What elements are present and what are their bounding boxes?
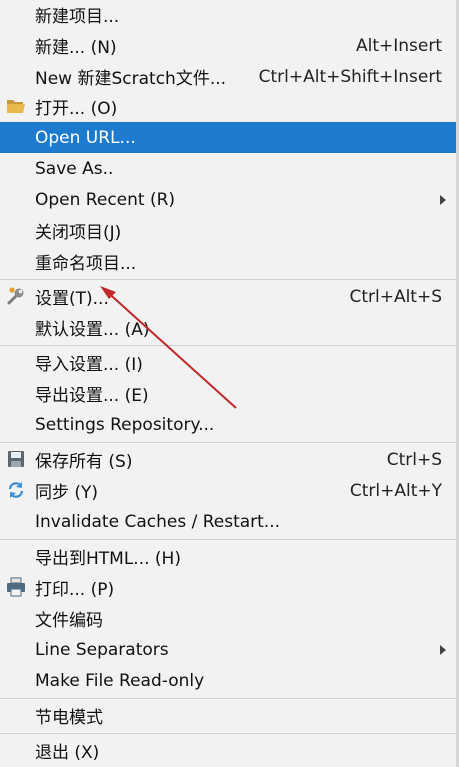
menu-item-save-as[interactable]: Save As..	[0, 153, 456, 184]
printer-icon	[7, 577, 25, 597]
folder-open-icon	[7, 100, 25, 113]
menu-item-label: Line Separators	[35, 639, 169, 660]
menu-item-shortcut: Ctrl+Alt+S	[349, 286, 442, 307]
menu-item-label: 导出到HTML... (H)	[35, 549, 181, 569]
menu-item-label: 导出设置... (E)	[35, 386, 149, 406]
menu-item-label: 重命名项目...	[35, 254, 137, 274]
submenu-arrow-icon	[440, 194, 446, 205]
menu-item-label: 节电模式	[35, 708, 103, 728]
menu-item-shortcut: Ctrl+Alt+Y	[349, 480, 442, 501]
menu-item-label: 导入设置... (I)	[35, 355, 143, 375]
menu-item-sync[interactable]: 同步 (Y) Ctrl+Alt+Y	[0, 475, 456, 506]
menu-item-line-separators[interactable]: Line Separators	[0, 634, 456, 665]
menu-item-exit[interactable]: 退出 (X)	[0, 735, 456, 766]
menu-item-save-all[interactable]: 保存所有 (S) Ctrl+S	[0, 444, 456, 475]
menu-item-label: 默认设置... (A)	[35, 320, 150, 340]
menu-separator	[0, 539, 456, 540]
menu-item-make-read-only[interactable]: Make File Read-only	[0, 665, 456, 696]
menu-separator	[0, 698, 456, 699]
menu-item-export-html[interactable]: 导出到HTML... (H)	[0, 541, 456, 572]
menu-item-label: 新建... (N)	[35, 38, 117, 58]
menu-item-print[interactable]: 打印... (P)	[0, 572, 456, 603]
menu-item-label: 设置(T)...	[35, 289, 109, 309]
menu-item-shortcut: Ctrl+S	[386, 449, 442, 470]
menu-item-label: 退出 (X)	[35, 743, 100, 763]
menu-item-label: Open Recent (R)	[35, 189, 176, 210]
menu-item-invalidate-caches[interactable]: Invalidate Caches / Restart...	[0, 506, 456, 537]
menu-item-rename-project[interactable]: 重命名项目...	[0, 246, 456, 277]
menu-item-new-project[interactable]: 新建项目...	[0, 0, 456, 28]
menu-item-new-scratch-file[interactable]: New 新建Scratch文件... Ctrl+Alt+Shift+Insert	[0, 61, 456, 92]
menu-item-export-settings[interactable]: 导出设置... (E)	[0, 378, 456, 409]
menu-item-power-save-mode[interactable]: 节电模式	[0, 700, 456, 731]
menu-item-label: Save As..	[35, 158, 114, 179]
menu-item-open[interactable]: 打开... (O)	[0, 91, 456, 122]
menu-item-label: 新建项目...	[35, 6, 120, 27]
menu-item-settings-repository[interactable]: Settings Repository...	[0, 409, 456, 440]
wrench-icon	[7, 287, 24, 305]
menu-item-import-settings[interactable]: 导入设置... (I)	[0, 347, 456, 378]
menu-item-label: 打开... (O)	[35, 99, 118, 119]
menu-item-label: 同步 (Y)	[35, 483, 99, 503]
menu-item-label: New 新建Scratch文件...	[35, 69, 227, 89]
menu-item-open-url[interactable]: Open URL...	[0, 122, 456, 153]
menu-item-shortcut: Alt+Insert	[355, 35, 442, 56]
menu-item-label: Invalidate Caches / Restart...	[35, 511, 281, 532]
menu-item-file-encoding[interactable]: 文件编码	[0, 603, 456, 634]
menu-item-shortcut: Ctrl+Alt+Shift+Insert	[258, 66, 442, 87]
menu-item-label: Open URL...	[35, 127, 136, 148]
menu-item-label: 关闭项目(J)	[35, 223, 122, 243]
menu-separator	[0, 442, 456, 443]
sync-icon	[8, 482, 24, 498]
menu-item-default-settings[interactable]: 默认设置... (A)	[0, 312, 456, 343]
file-menu: 新建项目... 新建... (N) Alt+Insert New 新建Scrat…	[0, 0, 457, 767]
menu-separator	[0, 733, 456, 734]
menu-item-label: Settings Repository...	[35, 414, 215, 435]
submenu-arrow-icon	[440, 644, 446, 655]
menu-separator	[0, 279, 456, 280]
menu-item-settings[interactable]: 设置(T)... Ctrl+Alt+S	[0, 281, 456, 312]
menu-separator	[0, 345, 456, 346]
menu-item-label: 打印... (P)	[35, 580, 115, 600]
save-icon	[8, 451, 24, 467]
menu-item-label: Make File Read-only	[35, 670, 205, 691]
menu-item-close-project[interactable]: 关闭项目(J)	[0, 215, 456, 246]
menu-item-open-recent[interactable]: Open Recent (R)	[0, 184, 456, 215]
menu-item-label: 文件编码	[35, 611, 103, 631]
menu-item-label: 保存所有 (S)	[35, 452, 133, 472]
menu-item-new[interactable]: 新建... (N) Alt+Insert	[0, 30, 456, 61]
